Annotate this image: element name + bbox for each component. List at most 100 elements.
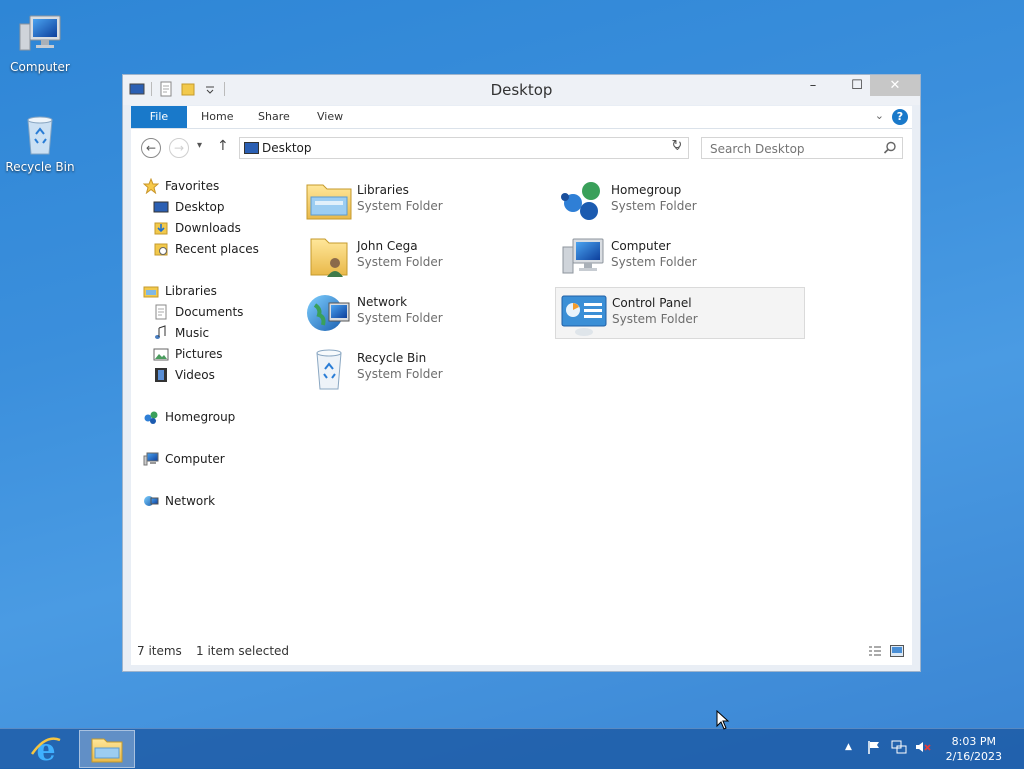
- explorer-body: Favorites Desktop Downloads Recent place…: [131, 167, 912, 665]
- tab-share[interactable]: Share: [244, 106, 304, 128]
- recycle-bin-icon: [27, 116, 53, 155]
- large-icons-view-icon[interactable]: [890, 645, 904, 657]
- nav-label: Homegroup: [165, 410, 236, 424]
- clock-time: 8:03 PM: [951, 735, 996, 748]
- clock-date: 2/16/2023: [945, 750, 1002, 763]
- tab-view[interactable]: View: [303, 106, 357, 128]
- item-name: Computer: [611, 239, 671, 253]
- item-type: System Folder: [357, 255, 443, 269]
- nav-homegroup[interactable]: Homegroup: [143, 408, 235, 426]
- file-explorer-icon: [91, 738, 123, 763]
- item-libraries[interactable]: Libraries System Folder: [301, 175, 551, 227]
- nav-label: Videos: [175, 368, 215, 382]
- item-name: Network: [357, 295, 408, 309]
- item-homegroup[interactable]: Homegroup System Folder: [555, 175, 805, 227]
- nav-item-downloads[interactable]: Downloads: [153, 219, 241, 237]
- nav-item-desktop[interactable]: Desktop: [153, 198, 225, 216]
- minimize-button[interactable]: –: [790, 75, 836, 96]
- item-name: Libraries: [357, 183, 409, 197]
- item-control-panel[interactable]: Control Panel System Folder: [555, 287, 805, 339]
- homegroup-icon: [144, 411, 158, 424]
- nav-libraries[interactable]: Libraries: [143, 282, 217, 300]
- network-icon[interactable]: [891, 739, 907, 755]
- internet-explorer-icon: e: [30, 733, 61, 766]
- network-icon: [307, 295, 350, 331]
- address-bar[interactable]: Desktop ⌄: [239, 137, 689, 159]
- tab-home[interactable]: Home: [187, 106, 247, 128]
- nav-label: Music: [175, 326, 210, 340]
- help-button[interactable]: ?: [892, 109, 908, 125]
- search-input[interactable]: [701, 137, 903, 159]
- taskbar-internet-explorer[interactable]: e: [18, 730, 74, 768]
- selection-count: 1 item selected: [196, 644, 290, 658]
- nav-favorites[interactable]: Favorites: [143, 177, 219, 195]
- item-type: System Folder: [612, 312, 698, 326]
- volume-muted-icon[interactable]: [915, 739, 931, 755]
- status-bar: 7 items 1 item selected: [131, 637, 912, 665]
- recycle-bin-icon: [316, 349, 342, 390]
- videos-icon: [155, 368, 167, 382]
- content-pane: Libraries System Folder Homegroup System…: [301, 167, 912, 637]
- desktop-icon-label: Recycle Bin: [5, 160, 75, 174]
- nav-item-recent-places[interactable]: Recent places: [153, 240, 259, 258]
- star-icon: [143, 178, 159, 194]
- expand-ribbon-chevron-icon[interactable]: ⌄: [875, 109, 884, 122]
- item-name: John Cega: [357, 239, 418, 253]
- recent-places-icon: [154, 243, 168, 256]
- search-icon[interactable]: [883, 141, 897, 155]
- downloads-icon: [154, 222, 168, 235]
- computer-icon: [19, 15, 61, 51]
- taskbar: e ▲ 8:03 PM 2/16/2023: [0, 728, 1024, 769]
- nav-network[interactable]: Network: [143, 492, 215, 510]
- item-network[interactable]: Network System Folder: [301, 287, 551, 339]
- item-type: System Folder: [611, 199, 697, 213]
- recent-locations-chevron-icon[interactable]: ▾: [197, 140, 202, 151]
- desktop-icon-recycle-bin[interactable]: Recycle Bin: [0, 110, 80, 174]
- libraries-icon: [306, 184, 352, 220]
- nav-computer[interactable]: Computer: [143, 450, 225, 468]
- item-count: 7 items: [137, 644, 182, 658]
- item-recycle-bin[interactable]: Recycle Bin System Folder: [301, 343, 551, 395]
- music-icon: [155, 325, 166, 339]
- nav-item-pictures[interactable]: Pictures: [153, 345, 223, 363]
- address-path: Desktop: [262, 141, 312, 155]
- nav-label: Libraries: [165, 284, 217, 298]
- item-computer[interactable]: Computer System Folder: [555, 231, 805, 283]
- documents-icon: [155, 304, 167, 320]
- nav-label: Network: [165, 494, 216, 508]
- nav-item-videos[interactable]: Videos: [153, 366, 215, 384]
- pictures-icon: [153, 348, 169, 361]
- taskbar-file-explorer[interactable]: [79, 730, 135, 768]
- show-hidden-icons-button[interactable]: ▲: [845, 742, 861, 758]
- title-bar[interactable]: Desktop – ☐ ✕: [123, 75, 920, 105]
- nav-item-music[interactable]: Music: [153, 324, 209, 342]
- network-icon: [144, 496, 159, 506]
- mouse-cursor-icon: [716, 710, 730, 730]
- details-view-icon[interactable]: [868, 645, 882, 657]
- desktop-icon: [153, 201, 169, 213]
- forward-button[interactable]: →: [169, 138, 189, 158]
- nav-label: Favorites: [165, 179, 220, 193]
- up-button[interactable]: ↑: [217, 138, 229, 154]
- back-button[interactable]: ←: [141, 138, 161, 158]
- system-clock[interactable]: 8:03 PM 2/16/2023: [946, 734, 1002, 764]
- refresh-button[interactable]: ↻: [666, 138, 688, 158]
- desktop-icon-computer[interactable]: Computer: [0, 10, 80, 74]
- close-button[interactable]: ✕: [870, 75, 920, 96]
- user-folder-icon: [310, 238, 348, 277]
- item-john-cega[interactable]: John Cega System Folder: [301, 231, 551, 283]
- homegroup-icon: [561, 182, 600, 220]
- nav-label: Pictures: [175, 347, 223, 361]
- desktop-icon: [244, 142, 259, 154]
- flag-icon[interactable]: [866, 739, 882, 755]
- computer-icon: [562, 238, 604, 274]
- computer-icon: [143, 452, 159, 466]
- item-type: System Folder: [357, 199, 443, 213]
- nav-label: Computer: [165, 452, 225, 466]
- tab-file[interactable]: File: [131, 106, 187, 128]
- nav-label: Recent places: [175, 242, 259, 256]
- ribbon-tabs: File Home Share View ⌄ ?: [131, 106, 912, 129]
- nav-item-documents[interactable]: Documents: [153, 303, 243, 321]
- navigation-pane: Favorites Desktop Downloads Recent place…: [131, 167, 301, 637]
- control-panel-icon: [561, 295, 607, 336]
